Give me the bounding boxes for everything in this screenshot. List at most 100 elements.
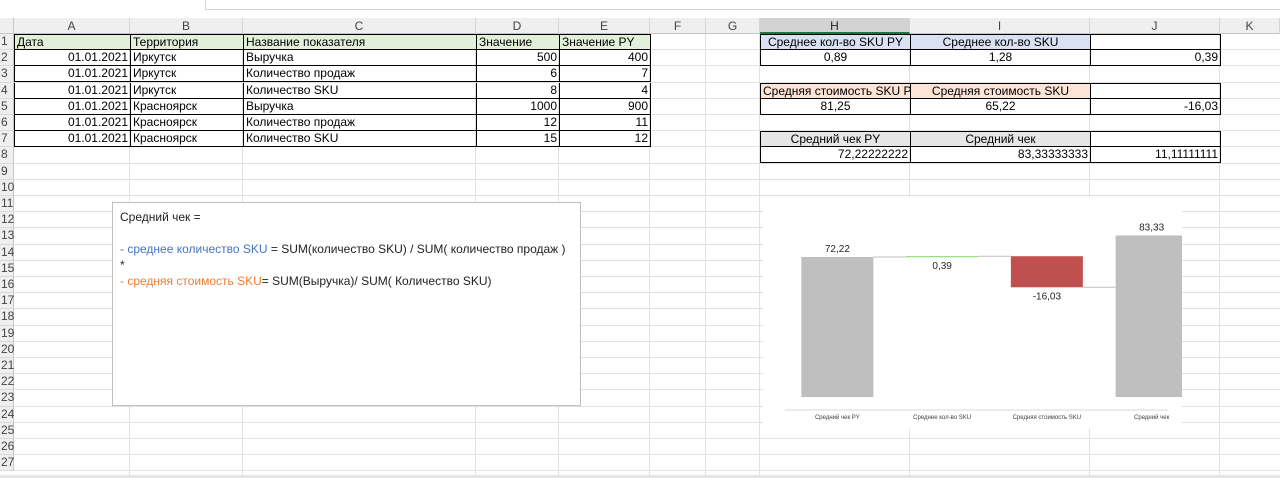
column-header-c[interactable]: C: [243, 18, 476, 34]
column-header-f[interactable]: F: [650, 18, 706, 34]
row-header-8[interactable]: 8: [0, 147, 14, 164]
calc-value-py[interactable]: 0,89: [760, 50, 911, 67]
table-cell[interactable]: Количество SKU: [243, 131, 477, 148]
note-sku-count-term: - среднее количество SKU: [120, 242, 268, 256]
table-header-cell[interactable]: Территория: [130, 34, 244, 50]
column-header-a[interactable]: A: [14, 18, 130, 34]
calc-value-delta[interactable]: 0,39: [1090, 50, 1221, 67]
calc-empty-cell[interactable]: [1090, 82, 1221, 99]
table-cell[interactable]: 12: [476, 115, 560, 131]
formula-bar[interactable]: [205, 0, 1280, 10]
row-header-4[interactable]: 4: [0, 82, 14, 99]
select-all-corner[interactable]: [0, 18, 14, 34]
calc-label-py[interactable]: Средняя стоимость SKU PY: [760, 82, 911, 99]
row-header-19[interactable]: 19: [0, 325, 14, 342]
table-header-cell[interactable]: Дата: [14, 34, 131, 50]
table-cell[interactable]: 8: [476, 82, 560, 99]
row-header-2[interactable]: 2: [0, 50, 14, 67]
table-cell[interactable]: 7: [559, 66, 651, 83]
column-header-b[interactable]: B: [130, 18, 243, 34]
row-header-3[interactable]: 3: [0, 66, 14, 83]
row-header-16[interactable]: 16: [0, 277, 14, 294]
row-header-18[interactable]: 18: [0, 309, 14, 326]
table-cell[interactable]: Количество SKU: [243, 82, 477, 99]
table-cell[interactable]: 1000: [476, 98, 560, 115]
row-header-23[interactable]: 23: [0, 390, 14, 407]
table-header-cell[interactable]: Значение: [476, 34, 560, 50]
column-header-k[interactable]: K: [1220, 18, 1280, 34]
waterfall-chart[interactable]: 72,22 Средний чек PY 0,39 Среднее кол-во SK…: [763, 197, 1182, 429]
table-cell[interactable]: Иркутск: [130, 82, 244, 99]
column-header-h[interactable]: H: [760, 18, 910, 34]
table-cell[interactable]: 01.01.2021: [14, 82, 131, 99]
row-header-22[interactable]: 22: [0, 374, 14, 391]
table-cell[interactable]: 15: [476, 131, 560, 148]
column-header-j[interactable]: J: [1090, 18, 1220, 34]
row-header-15[interactable]: 15: [0, 260, 14, 277]
row-header-20[interactable]: 20: [0, 341, 14, 358]
table-cell[interactable]: 900: [559, 98, 651, 115]
table-cell[interactable]: Красноярск: [130, 131, 244, 148]
calc-value-current[interactable]: 1,28: [910, 50, 1091, 67]
row-header-11[interactable]: 11: [0, 196, 14, 213]
spreadsheet-grid[interactable]: ABCDEFGHIJK 1 2 3 4 5 6 7 8 9 10 11 12 13 14 15 16 17 18 1…: [0, 0, 1280, 478]
note-line-title: Средний чек =: [120, 210, 201, 224]
calc-empty-cell[interactable]: [1090, 131, 1221, 148]
table-header-cell[interactable]: Значение PY: [559, 34, 651, 50]
calc-value-delta[interactable]: 11,11111111: [1090, 147, 1221, 164]
formula-note-textbox[interactable]: Средний чек = - среднее количество SKU =…: [112, 202, 581, 406]
row-header-6[interactable]: 6: [0, 115, 14, 132]
table-cell[interactable]: Иркутск: [130, 66, 244, 83]
row-header-17[interactable]: 17: [0, 293, 14, 310]
calc-empty-cell[interactable]: [1090, 34, 1221, 50]
table-cell[interactable]: 11: [559, 115, 651, 131]
row-header-26[interactable]: 26: [0, 439, 14, 456]
row-header-12[interactable]: 12: [0, 212, 14, 229]
row-header-9[interactable]: 9: [0, 163, 14, 180]
column-header-i[interactable]: I: [910, 18, 1090, 34]
table-cell[interactable]: 4: [559, 82, 651, 99]
table-cell[interactable]: 12: [559, 131, 651, 148]
table-cell[interactable]: Количество продаж: [243, 115, 477, 131]
row-header-24[interactable]: 24: [0, 406, 14, 423]
table-cell[interactable]: 6: [476, 66, 560, 83]
row-header-14[interactable]: 14: [0, 244, 14, 261]
row-header-10[interactable]: 10: [0, 179, 14, 196]
table-cell[interactable]: 01.01.2021: [14, 131, 131, 148]
waterfall-chart-svg: 72,22 Средний чек PY 0,39 Среднее кол-во SK…: [785, 222, 1182, 421]
row-header-25[interactable]: 25: [0, 422, 14, 439]
calc-label-py[interactable]: Средний чек PY: [760, 131, 911, 148]
table-cell[interactable]: Красноярск: [130, 98, 244, 115]
calc-label-py[interactable]: Среднее кол-во SKU PY: [760, 34, 911, 50]
row-header-1[interactable]: 1: [0, 34, 14, 51]
table-cell[interactable]: 500: [476, 50, 560, 67]
calc-value-py[interactable]: 72,22222222: [760, 147, 911, 164]
table-cell[interactable]: 01.01.2021: [14, 98, 131, 115]
table-cell[interactable]: 01.01.2021: [14, 66, 131, 83]
table-cell[interactable]: Красноярск: [130, 115, 244, 131]
table-cell[interactable]: Выручка: [243, 50, 477, 67]
table-cell[interactable]: 01.01.2021: [14, 115, 131, 131]
calc-value-py[interactable]: 81,25: [760, 98, 911, 115]
row-header-7[interactable]: 7: [0, 131, 14, 148]
table-cell[interactable]: 400: [559, 50, 651, 67]
table-header-cell[interactable]: Название показателя: [243, 34, 477, 50]
calc-label-current[interactable]: Среднее кол-во SKU: [910, 34, 1091, 50]
row-header-13[interactable]: 13: [0, 228, 14, 245]
column-header-d[interactable]: D: [476, 18, 559, 34]
column-header-e[interactable]: E: [559, 18, 650, 34]
row-header-27[interactable]: 27: [0, 455, 14, 472]
table-cell[interactable]: 01.01.2021: [14, 50, 131, 67]
column-header-g[interactable]: G: [706, 18, 760, 34]
table-cell[interactable]: Количество продаж: [243, 66, 477, 83]
calc-label-current[interactable]: Средний чек: [910, 131, 1091, 148]
row-header-5[interactable]: 5: [0, 98, 14, 115]
table-cell[interactable]: Иркутск: [130, 50, 244, 67]
calc-value-current[interactable]: 65,22: [910, 98, 1091, 115]
table-cell[interactable]: Выручка: [243, 98, 477, 115]
gridline-h: [14, 438, 1280, 439]
calc-value-delta[interactable]: -16,03: [1090, 98, 1221, 115]
calc-label-current[interactable]: Средняя стоимость SKU: [910, 82, 1091, 99]
row-header-21[interactable]: 21: [0, 358, 14, 375]
calc-value-current[interactable]: 83,33333333: [910, 147, 1091, 164]
